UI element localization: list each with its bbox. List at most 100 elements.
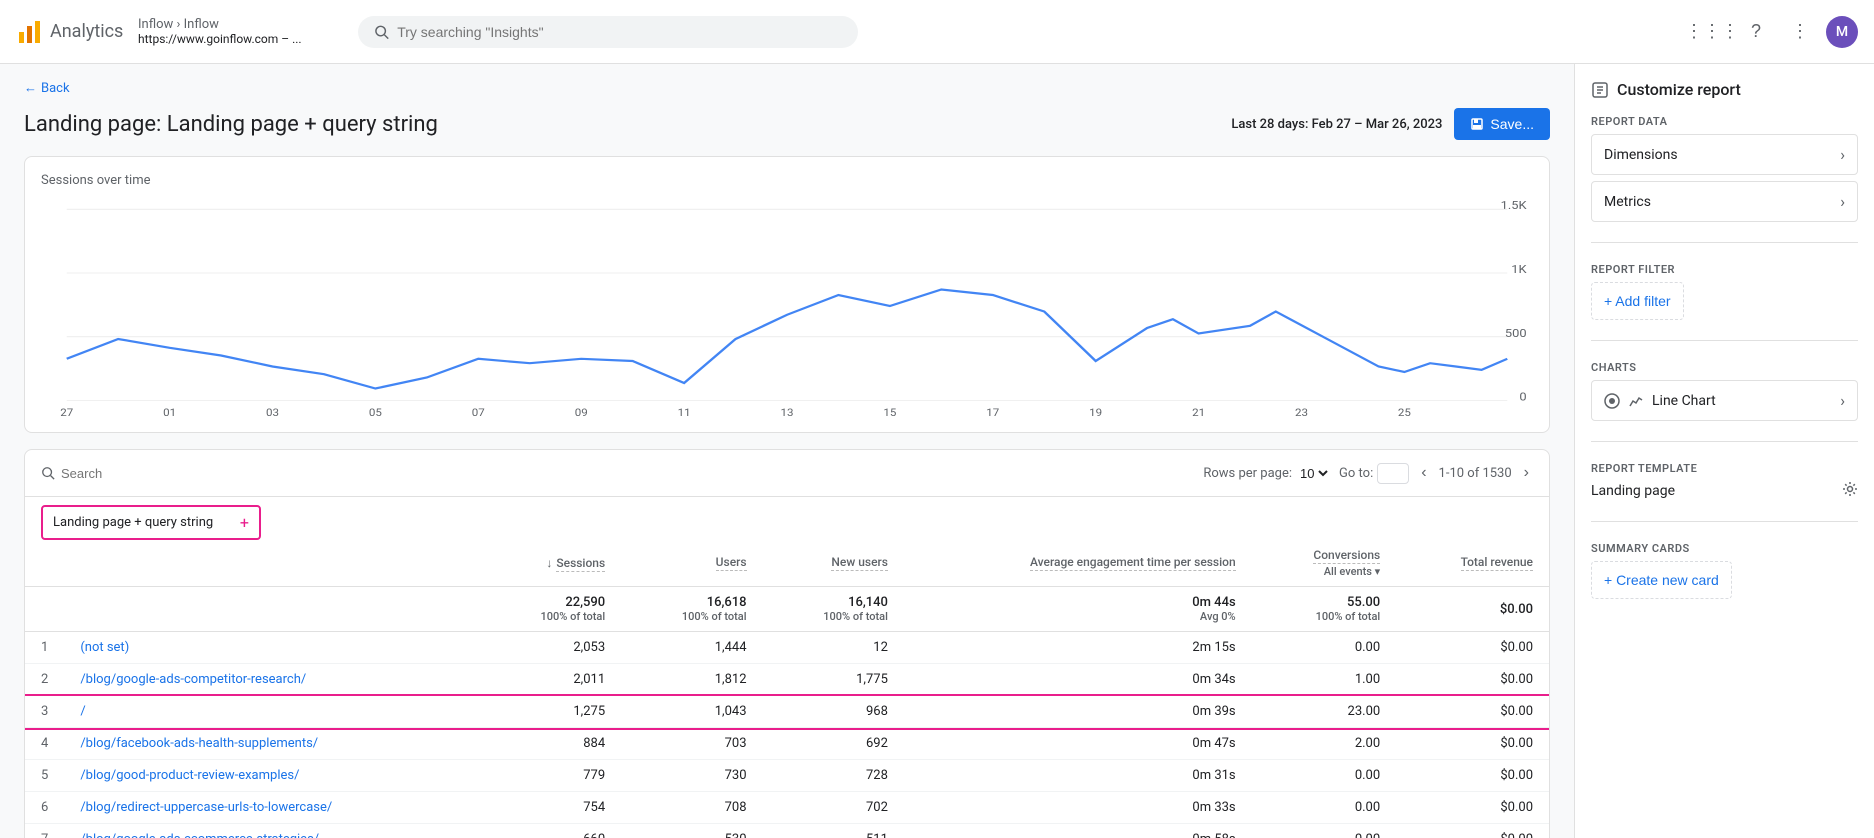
col-sessions[interactable]: ↓Sessions — [480, 540, 621, 587]
back-link[interactable]: ← Back — [24, 80, 70, 96]
row-num: 6 — [25, 792, 64, 824]
svg-text:15: 15 — [883, 407, 896, 416]
help-button[interactable]: ? — [1738, 14, 1774, 50]
search-box[interactable] — [358, 16, 858, 48]
page-info: 1-10 of 1530 — [1439, 466, 1512, 481]
main-content: ← Back Landing page: Landing page + quer… — [0, 64, 1574, 838]
report-data-section: REPORT DATA Dimensions › Metrics › — [1591, 115, 1858, 222]
row-users: 708 — [621, 792, 762, 824]
summary-cards-section: SUMMARY CARDS + Create new card — [1591, 542, 1858, 599]
goto-input[interactable]: 1 — [1377, 463, 1409, 484]
svg-text:19: 19 — [1089, 407, 1102, 416]
row-engagement: 0m 47s — [904, 728, 1252, 760]
page-header: Landing page: Landing page + query strin… — [24, 108, 1550, 140]
row-dimension[interactable]: /blog/facebook-ads-health-supplements/ — [64, 728, 479, 760]
svg-text:07: 07 — [472, 407, 485, 416]
rows-per-page-select[interactable]: 10 25 50 — [1296, 465, 1331, 482]
row-sessions: 1,275 — [480, 696, 621, 728]
eye-icon — [1604, 393, 1620, 409]
row-dimension[interactable]: /blog/google-ads-ecommerce-strategies/ — [64, 824, 479, 838]
table-row: 2 /blog/google-ads-competitor-research/ … — [25, 664, 1549, 696]
svg-text:17: 17 — [986, 407, 999, 416]
row-dimension[interactable]: /blog/good-product-review-examples/ — [64, 760, 479, 792]
row-conversions: 2.00 — [1252, 728, 1397, 760]
dimension-tag-label: Landing page + query string — [53, 515, 213, 530]
table-container: Rows per page: 10 25 50 Go to: 1 ‹ 1-10 … — [24, 449, 1550, 838]
charts-label: CHARTS — [1591, 361, 1858, 374]
row-revenue: $0.00 — [1396, 664, 1549, 696]
col-num — [25, 540, 64, 587]
row-num: 4 — [25, 728, 64, 760]
row-users: 1,812 — [621, 664, 762, 696]
row-conversions: 23.00 — [1252, 696, 1397, 728]
create-card-button[interactable]: + Create new card — [1591, 561, 1732, 599]
avatar[interactable]: M — [1826, 16, 1858, 48]
sidebar-title: Customize report — [1591, 80, 1858, 99]
more-button[interactable]: ⋮ — [1782, 14, 1818, 50]
row-sessions: 884 — [480, 728, 621, 760]
col-revenue[interactable]: Total revenue — [1396, 540, 1549, 587]
report-template-label: REPORT TEMPLATE — [1591, 462, 1858, 475]
line-chart-row[interactable]: Line Chart › — [1591, 380, 1858, 421]
line-chart-icon — [1628, 393, 1644, 409]
row-users: 1,043 — [621, 696, 762, 728]
svg-text:13: 13 — [780, 407, 793, 416]
topbar: Analytics Inflow › Inflow https://www.go… — [0, 0, 1874, 64]
row-dimension[interactable]: /blog/google-ads-competitor-research/ — [64, 664, 479, 696]
report-filter-label: REPORT FILTER — [1591, 263, 1858, 276]
col-engagement[interactable]: Average engagement time per session — [904, 540, 1252, 587]
report-data-label: REPORT DATA — [1591, 115, 1858, 128]
row-sessions: 754 — [480, 792, 621, 824]
row-dimension[interactable]: (not set) — [64, 632, 479, 664]
charts-section: CHARTS Line Chart › — [1591, 361, 1858, 421]
row-new-users: 728 — [763, 760, 904, 792]
pagination-controls: Rows per page: 10 25 50 Go to: 1 ‹ 1-10 … — [1203, 462, 1533, 484]
table-search[interactable] — [41, 466, 211, 481]
col-dimension — [64, 540, 479, 587]
row-revenue: $0.00 — [1396, 824, 1549, 838]
row-conversions: 1.00 — [1252, 664, 1397, 696]
row-sessions: 779 — [480, 760, 621, 792]
row-engagement: 0m 58s — [904, 824, 1252, 838]
divider-1 — [1591, 242, 1858, 243]
col-users[interactable]: Users — [621, 540, 762, 587]
template-name: Landing page — [1591, 483, 1675, 499]
add-filter-button[interactable]: + Add filter — [1591, 282, 1684, 320]
data-table: ↓Sessions Users New users Average engage… — [25, 540, 1549, 838]
dimensions-row[interactable]: Dimensions › — [1591, 134, 1858, 175]
table-search-input[interactable] — [61, 466, 211, 481]
save-button[interactable]: Save... — [1454, 108, 1550, 140]
row-engagement: 0m 39s — [904, 696, 1252, 728]
row-revenue: $0.00 — [1396, 728, 1549, 760]
line-chart-chevron: › — [1840, 391, 1845, 410]
row-users: 530 — [621, 824, 762, 838]
row-dimension[interactable]: /blog/redirect-uppercase-urls-to-lowerca… — [64, 792, 479, 824]
dimension-tag[interactable]: Landing page + query string + — [41, 505, 261, 540]
apps-button[interactable]: ⋮⋮⋮ — [1694, 14, 1730, 50]
svg-text:05: 05 — [369, 407, 382, 416]
breadcrumb: Inflow › Inflow https://www.goinflow.com… — [138, 17, 338, 47]
row-sessions: 2,011 — [480, 664, 621, 696]
row-conversions: 0.00 — [1252, 824, 1397, 838]
row-users: 1,444 — [621, 632, 762, 664]
row-users: 703 — [621, 728, 762, 760]
date-range: Last 28 days: Feb 27 – Mar 26, 2023 — [1231, 117, 1442, 132]
row-engagement: 2m 15s — [904, 632, 1252, 664]
next-page-button[interactable]: › — [1520, 462, 1533, 484]
app-logo: Analytics — [16, 18, 126, 46]
row-dimension[interactable]: / — [64, 696, 479, 728]
row-conversions: 0.00 — [1252, 792, 1397, 824]
row-new-users: 968 — [763, 696, 904, 728]
row-sessions: 660 — [480, 824, 621, 838]
metrics-row[interactable]: Metrics › — [1591, 181, 1858, 222]
svg-text:1K: 1K — [1511, 263, 1527, 276]
prev-page-button[interactable]: ‹ — [1417, 462, 1430, 484]
template-settings-icon[interactable] — [1842, 481, 1858, 501]
app-name: Analytics — [50, 21, 123, 42]
table-row: 1 (not set) 2,053 1,444 12 2m 15s 0.00 $… — [25, 632, 1549, 664]
col-conversions[interactable]: Conversions All events ▾ — [1252, 540, 1397, 587]
row-conversions: 0.00 — [1252, 632, 1397, 664]
search-input[interactable] — [397, 24, 842, 40]
row-new-users: 511 — [763, 824, 904, 838]
col-new-users[interactable]: New users — [763, 540, 904, 587]
